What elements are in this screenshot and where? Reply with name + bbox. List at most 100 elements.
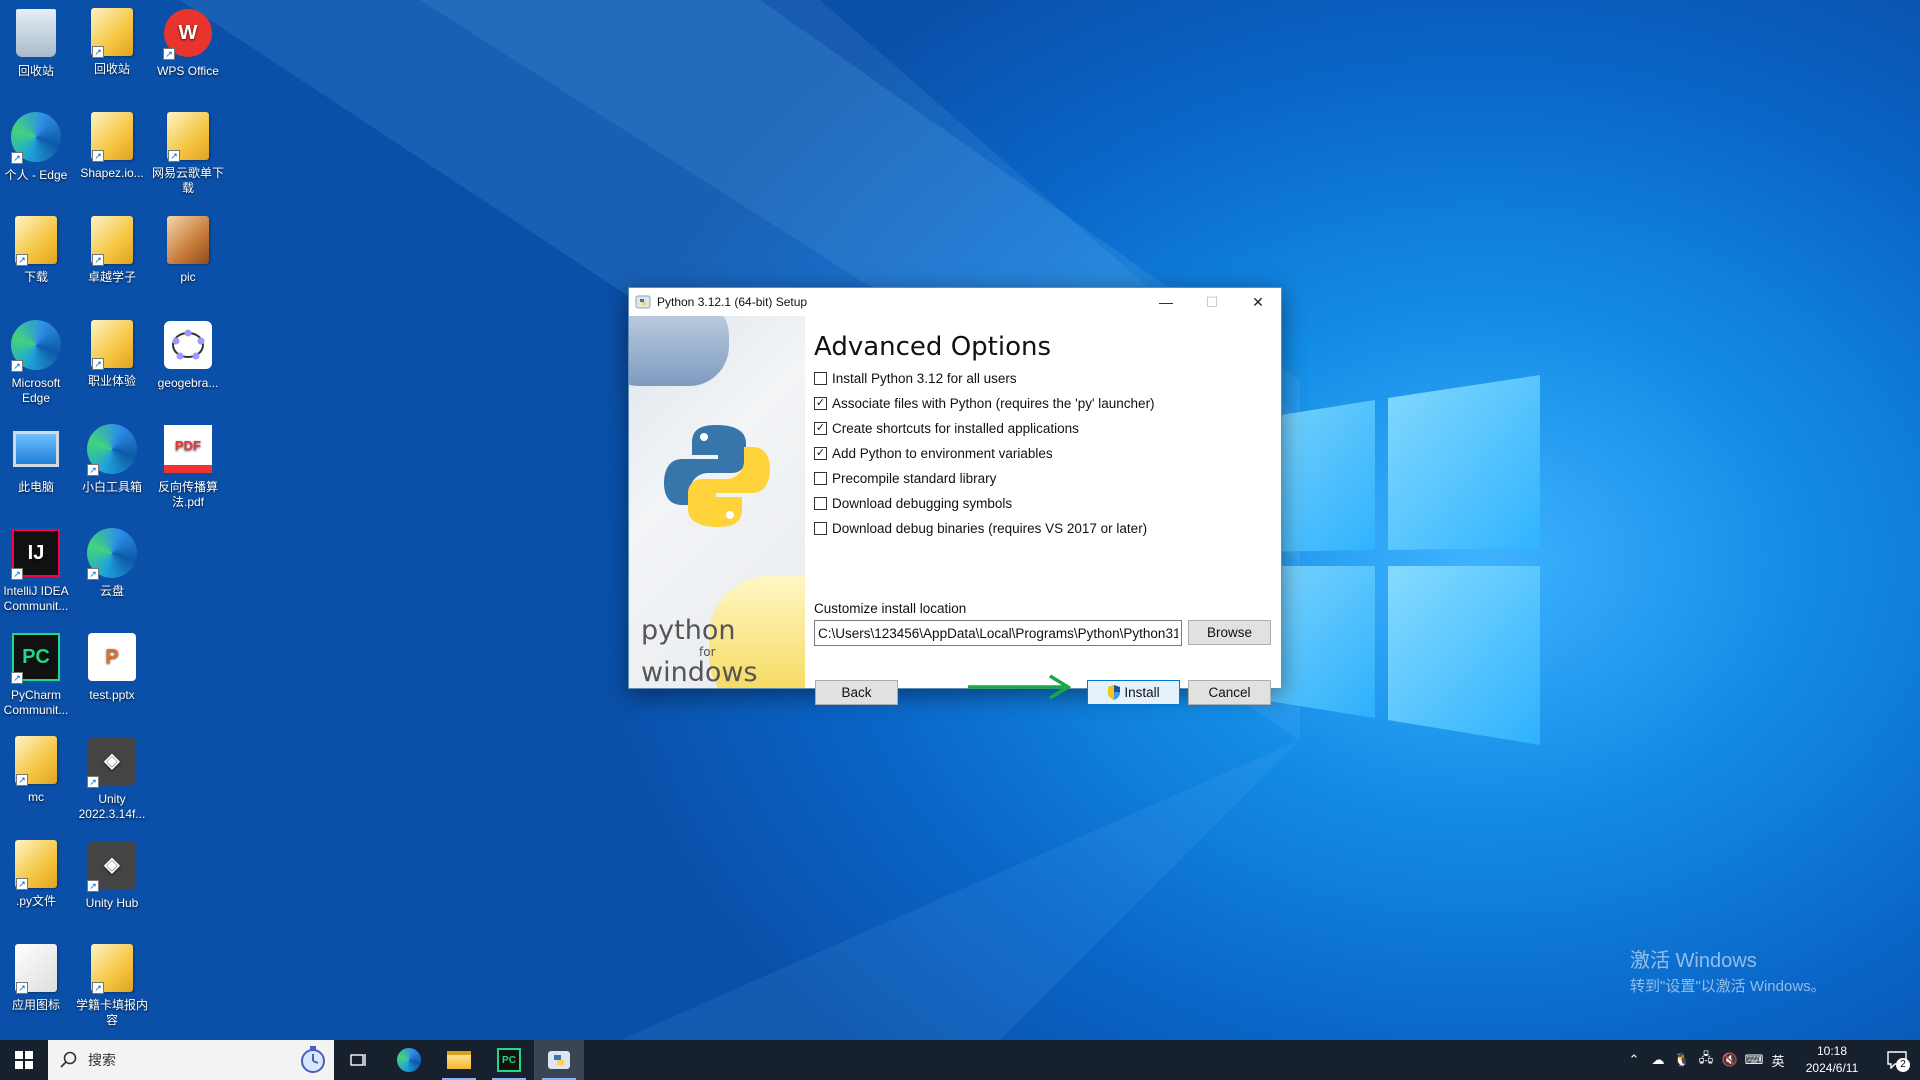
- python-setup-icon: [548, 1051, 570, 1069]
- back-button[interactable]: Back: [815, 680, 898, 705]
- options-list: Install Python 3.12 for all users ✓ Associ…: [814, 366, 1271, 541]
- desktop-icon-mc[interactable]: ↗ mc: [0, 734, 74, 805]
- desktop-icon-backprop-pdf[interactable]: PDF 反向传播算法.pdf: [150, 422, 226, 510]
- python-setup-dialog: Python 3.12.1 (64-bit) Setup — ☐ ✕ pytho…: [628, 287, 1282, 705]
- taskbar-file-explorer[interactable]: [434, 1040, 484, 1080]
- desktop-icon-career[interactable]: ↗ 职业体验: [74, 318, 150, 389]
- taskbar-python-setup[interactable]: [534, 1040, 584, 1080]
- desktop-icon-zhuoyue[interactable]: ↗ 卓越学子: [74, 214, 150, 285]
- option-label: Add Python to environment variables: [832, 446, 1053, 461]
- python-logo-icon: [664, 425, 770, 527]
- pycharm-icon: PC ↗: [9, 630, 63, 684]
- ime-indicator[interactable]: 英: [1766, 1040, 1790, 1080]
- task-view-icon: [350, 1054, 366, 1066]
- search-icon: [60, 1051, 77, 1068]
- desktop-icon-wps-office[interactable]: W ↗ WPS Office: [150, 6, 226, 79]
- desktop-icon-edge-personal[interactable]: ↗ 个人 - Edge: [0, 110, 74, 183]
- activate-windows-watermark: 激活 Windows 转到"设置"以激活 Windows。: [1630, 950, 1826, 995]
- chevron-up-icon[interactable]: ⌃: [1622, 1040, 1646, 1080]
- folder-icon: ↗: [90, 6, 134, 58]
- recycle-bin-icon: [9, 6, 63, 60]
- qq-icon[interactable]: 🐧: [1670, 1040, 1694, 1080]
- desktop-icon-shapez[interactable]: ↗ Shapez.io...: [74, 110, 150, 181]
- desktop-icon-geogebra[interactable]: geogebra...: [150, 318, 226, 391]
- windows-start-icon: [15, 1051, 33, 1069]
- desktop-icon-test-pptx[interactable]: P test.pptx: [74, 630, 150, 703]
- arrow-right-icon: [968, 674, 1072, 700]
- edge-icon: ↗: [85, 422, 139, 476]
- action-center-button[interactable]: 2: [1874, 1040, 1920, 1080]
- intellij-icon: IJ ↗: [9, 526, 63, 580]
- geogebra-icon: [161, 318, 215, 372]
- option-checkbox[interactable]: [814, 472, 827, 485]
- unity-icon: ◈ ↗: [85, 734, 139, 788]
- install-button[interactable]: Install: [1087, 680, 1180, 705]
- python-for-windows-text: python for windows: [641, 615, 758, 688]
- folder-icon: ↗: [90, 318, 134, 370]
- edge-icon: ↗: [9, 318, 63, 372]
- taskbar-edge[interactable]: [384, 1040, 434, 1080]
- desktop-icon-py-files[interactable]: ↗ .py文件: [0, 838, 74, 909]
- folder-icon: ↗: [90, 942, 134, 994]
- taskbar-search-box[interactable]: 搜索: [48, 1040, 334, 1080]
- windows-logo: [1250, 375, 1540, 745]
- option-checkbox[interactable]: ✓: [814, 397, 827, 410]
- option-checkbox[interactable]: [814, 372, 827, 385]
- option-label: Download debug binaries (requires VS 201…: [832, 521, 1148, 536]
- option-row[interactable]: ✓ Associate files with Python (requires t…: [814, 391, 1271, 416]
- keyboard-icon[interactable]: ⌨: [1742, 1040, 1766, 1080]
- option-checkbox[interactable]: ✓: [814, 447, 827, 460]
- python-brand-panel: python for windows: [629, 316, 805, 688]
- dialog-titlebar[interactable]: Python 3.12.1 (64-bit) Setup — ☐ ✕: [629, 288, 1281, 316]
- option-row[interactable]: ✓ Create shortcuts for installed applicat…: [814, 416, 1271, 441]
- taskbar-pycharm[interactable]: PC: [484, 1040, 534, 1080]
- minimize-button[interactable]: —: [1143, 288, 1189, 316]
- install-location-input[interactable]: [814, 620, 1182, 646]
- desktop-icon-recycle-folder[interactable]: ↗ 回收站: [74, 6, 150, 77]
- desktop-icon-cloud-drive[interactable]: ↗ 云盘: [74, 526, 150, 599]
- desktop-icon-unity-editor[interactable]: ◈ ↗ Unity 2022.3.14f...: [74, 734, 150, 822]
- wps-icon: W ↗: [161, 6, 215, 60]
- option-row[interactable]: Download debug binaries (requires VS 201…: [814, 516, 1271, 541]
- desktop-icon-recycle-bin[interactable]: 回收站: [0, 6, 74, 79]
- folder-icon: ↗: [14, 942, 58, 994]
- search-highlight-icon[interactable]: [298, 1045, 328, 1075]
- folder-icon: ↗: [14, 214, 58, 266]
- taskbar: 搜索 PC ⌃ ☁ 🐧 🖧 🔇 ⌨ 英 10:18 2024/6/11 2: [0, 1040, 1920, 1080]
- desktop-icon-netease-download[interactable]: ↗ 网易云歌单下载: [150, 110, 226, 196]
- desktop-icon-app-icons[interactable]: ↗ 应用图标: [0, 942, 74, 1013]
- close-button[interactable]: ✕: [1235, 288, 1281, 316]
- desktop-icon-intellij[interactable]: IJ ↗ IntelliJ IDEA Communit...: [0, 526, 74, 614]
- start-button[interactable]: [0, 1040, 48, 1080]
- file-explorer-icon: [447, 1051, 471, 1069]
- folder-icon: ↗: [90, 214, 134, 266]
- desktop-icon-this-pc[interactable]: 此电脑: [0, 422, 74, 495]
- option-row[interactable]: ✓ Add Python to environment variables: [814, 441, 1271, 466]
- computer-icon: [9, 422, 63, 476]
- option-checkbox[interactable]: [814, 497, 827, 510]
- option-checkbox[interactable]: ✓: [814, 422, 827, 435]
- option-row[interactable]: Download debugging symbols: [814, 491, 1271, 516]
- desktop-icon-pycharm[interactable]: PC ↗ PyCharm Communit...: [0, 630, 74, 718]
- desktop-icon-student-card[interactable]: ↗ 学籍卡填报内容: [74, 942, 150, 1028]
- option-checkbox[interactable]: [814, 522, 827, 535]
- clock[interactable]: 10:18 2024/6/11: [1796, 1043, 1868, 1077]
- option-row[interactable]: Install Python 3.12 for all users: [814, 366, 1271, 391]
- option-row[interactable]: Precompile standard library: [814, 466, 1271, 491]
- volume-muted-icon[interactable]: 🔇: [1718, 1040, 1742, 1080]
- browse-button[interactable]: Browse: [1188, 620, 1271, 645]
- onedrive-icon[interactable]: ☁: [1646, 1040, 1670, 1080]
- desktop-icon-microsoft-edge[interactable]: ↗ Microsoft Edge: [0, 318, 74, 406]
- task-view-button[interactable]: [334, 1040, 384, 1080]
- desktop-icon-xiaobai-tools[interactable]: ↗ 小白工具箱: [74, 422, 150, 495]
- desktop-icon-pic[interactable]: pic: [150, 214, 226, 285]
- clock-time: 10:18: [1816, 1044, 1848, 1058]
- network-icon[interactable]: 🖧: [1694, 1040, 1718, 1080]
- pptx-icon: P: [85, 630, 139, 684]
- desktop-icon-unity-hub[interactable]: ◈ ↗ Unity Hub: [74, 838, 150, 911]
- folder-icon: ↗: [14, 734, 58, 786]
- option-label: Associate files with Python (requires th…: [832, 396, 1155, 411]
- desktop-icon-downloads[interactable]: ↗ 下载: [0, 214, 74, 285]
- page-title: Advanced Options: [814, 332, 1052, 362]
- cancel-button[interactable]: Cancel: [1188, 680, 1271, 705]
